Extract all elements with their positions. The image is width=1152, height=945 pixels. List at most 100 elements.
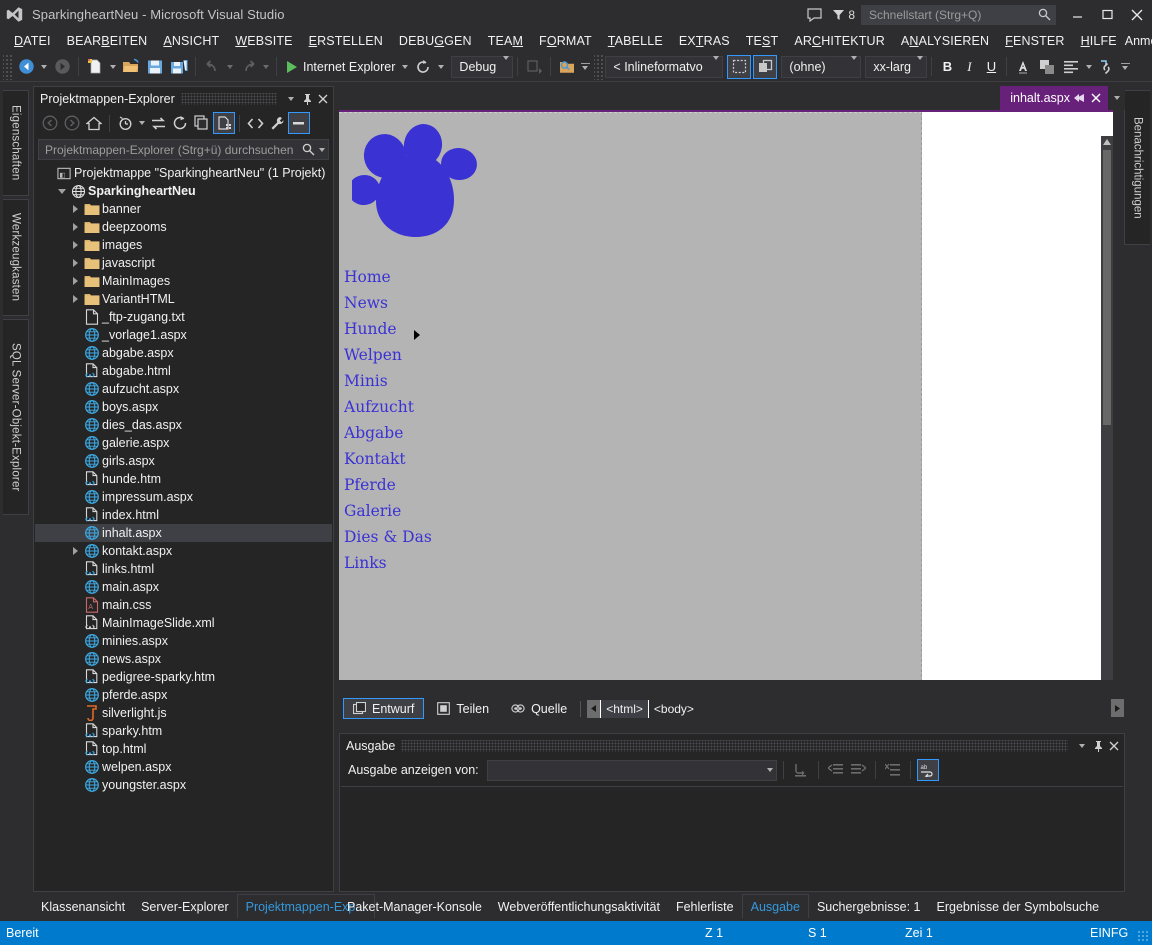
window-resize-grip[interactable]: [1137, 930, 1149, 942]
designer-vertical-scrollbar[interactable]: [1101, 136, 1113, 680]
menu-tabelle[interactable]: TABELLE: [600, 31, 671, 50]
tree-item-main-aspx[interactable]: main.aspx: [35, 578, 332, 596]
toolbar-overflow-2[interactable]: [1119, 55, 1131, 79]
show-all-files-icon[interactable]: [213, 112, 235, 134]
bold-button[interactable]: B: [936, 56, 958, 78]
tree-item-hunde-htm[interactable]: hunde.htm: [35, 470, 332, 488]
inline-format-combo[interactable]: < Inlineformatvo: [605, 55, 724, 78]
notifications-flag-icon[interactable]: [829, 0, 847, 29]
feedback-comment-icon[interactable]: [799, 0, 829, 29]
menu-datei[interactable]: DATEI: [6, 31, 59, 50]
document-tab-inhalt-aspx[interactable]: inhalt.aspx: [1000, 86, 1108, 110]
dock-tab-webver-ffentlichungsaktivit-t[interactable]: Webveröffentlichungsaktivität: [490, 895, 668, 918]
italic-button[interactable]: I: [958, 56, 980, 78]
configuration-combo[interactable]: Debug: [451, 55, 514, 78]
sidebar-tab-sql-server-objekt-explorer[interactable]: SQL Server-Objekt-Explorer: [3, 319, 29, 515]
nav-item-news[interactable]: News: [344, 290, 432, 316]
background-color-icon[interactable]: [1035, 55, 1059, 79]
format-toolbar-grip[interactable]: [594, 53, 606, 80]
tree-item-dies-das-aspx[interactable]: dies_das.aspx: [35, 416, 332, 434]
quick-launch-input[interactable]: Schnellstart (Strg+Q): [861, 4, 1056, 25]
refresh-icon[interactable]: [169, 112, 191, 134]
tab-entwurf[interactable]: Entwurf: [343, 698, 425, 719]
nav-item-minis[interactable]: Minis: [344, 368, 432, 394]
pin-icon[interactable]: [1090, 737, 1106, 755]
dock-tab-server-explorer[interactable]: Server-Explorer: [133, 895, 237, 918]
sidebar-tab-benachrichtigungen[interactable]: Benachrichtigungen: [1124, 90, 1150, 245]
nav-item-aufzucht[interactable]: Aufzucht: [344, 394, 432, 420]
new-project-dropdown[interactable]: [107, 55, 119, 79]
sidebar-tab-werkzeugkasten[interactable]: Werkzeugkasten: [3, 199, 29, 316]
minimize-button[interactable]: [1062, 0, 1092, 29]
tree-item-abgabe-html[interactable]: abgabe.html: [35, 362, 332, 380]
sidebar-tab-eigenschaften[interactable]: Eigenschaften: [3, 90, 29, 196]
collapse-all-icon[interactable]: [191, 112, 213, 134]
tree-item-index-html[interactable]: index.html: [35, 506, 332, 524]
tree-item-abgabe-aspx[interactable]: abgabe.aspx: [35, 344, 332, 362]
menu-team[interactable]: TEAM: [480, 31, 531, 50]
menu-analysieren[interactable]: ANALYSIEREN: [893, 31, 997, 50]
align-dropdown[interactable]: [1083, 55, 1095, 79]
menu-test[interactable]: TEST: [738, 31, 787, 50]
panel-close-button[interactable]: [1106, 737, 1122, 755]
tree-item-pferde-aspx[interactable]: pferde.aspx: [35, 686, 332, 704]
breadcrumb-scroll-left-icon[interactable]: [587, 699, 601, 718]
tree-item-varianthtml[interactable]: VariantHTML: [35, 290, 332, 308]
tree-item-minies-aspx[interactable]: minies.aspx: [35, 632, 332, 650]
signin-link[interactable]: Anmelden: [1125, 34, 1152, 48]
breadcrumb-html[interactable]: <html>: [600, 699, 649, 718]
tree-item-ftp-zugang-txt[interactable]: _ftp-zugang.txt: [35, 308, 332, 326]
refresh-icon[interactable]: [411, 55, 435, 79]
menu-debuggen[interactable]: DEBUGGEN: [391, 31, 480, 50]
close-button[interactable]: [1122, 0, 1152, 29]
toggle-word-wrap-icon[interactable]: ab: [916, 759, 939, 781]
tree-item-aufzucht-aspx[interactable]: aufzucht.aspx: [35, 380, 332, 398]
pending-changes-icon[interactable]: [114, 112, 136, 134]
nav-item-abgabe[interactable]: Abgabe: [344, 420, 432, 446]
panel-menu-button[interactable]: [1074, 737, 1090, 755]
tree-item-mainimageslide-xml[interactable]: MainImageSlide.xml: [35, 614, 332, 632]
tree-item-top-html[interactable]: top.html: [35, 740, 332, 758]
pin-icon[interactable]: [1070, 92, 1088, 104]
menu-format[interactable]: FORMAT: [531, 31, 600, 50]
pending-changes-dropdown[interactable]: [136, 112, 147, 134]
toolbar-grip[interactable]: [3, 53, 14, 80]
site-nav-menu[interactable]: Home News Hunde Welpen Minis Aufzucht Abgabe Ko…: [344, 264, 432, 576]
redo-dropdown[interactable]: [260, 55, 272, 79]
tree-item-silverlight-js[interactable]: silverlight.js: [35, 704, 332, 722]
solution-explorer-search-input[interactable]: Projektmappen-Explorer (Strg+ü) durchsuc…: [38, 139, 329, 160]
tree-item-youngster-aspx[interactable]: youngster.aspx: [35, 776, 332, 794]
home-icon[interactable]: [83, 112, 105, 134]
expander-collapsed-icon[interactable]: [69, 295, 82, 303]
navigate-backward-button[interactable]: [14, 55, 38, 79]
find-in-files-icon[interactable]: [555, 55, 579, 79]
drag-handle[interactable]: [401, 739, 1068, 752]
tree-item-projektmappe-sparkingheartneu-1-projekt[interactable]: ◧ Projektmappe "SparkingheartNeu" (1 Proj…: [35, 164, 332, 182]
dock-tab-klassenansicht[interactable]: Klassenansicht: [33, 895, 133, 918]
panel-close-button[interactable]: [315, 90, 331, 108]
expander-collapsed-icon[interactable]: [69, 547, 82, 555]
tree-item-deepzooms[interactable]: deepzooms: [35, 218, 332, 236]
panel-menu-button[interactable]: [283, 90, 299, 108]
tree-item-girls-aspx[interactable]: girls.aspx: [35, 452, 332, 470]
nav-item-links[interactable]: Links: [344, 550, 432, 576]
output-text-area[interactable]: [341, 786, 1123, 890]
tree-item-pedigree-sparky-htm[interactable]: pedigree-sparky.htm: [35, 668, 332, 686]
tab-teilen[interactable]: Teilen: [428, 698, 498, 719]
underline-button[interactable]: U: [980, 56, 1002, 78]
output-source-combo[interactable]: [486, 759, 777, 781]
tree-item-welpen-aspx[interactable]: welpen.aspx: [35, 758, 332, 776]
solution-explorer-tree[interactable]: ◧ Projektmappe "SparkingheartNeu" (1 Proj…: [35, 164, 332, 890]
tree-item-boys-aspx[interactable]: boys.aspx: [35, 398, 332, 416]
tree-item-galerie-aspx[interactable]: galerie.aspx: [35, 434, 332, 452]
menu-website[interactable]: WEBSITE: [227, 31, 300, 50]
expander-collapsed-icon[interactable]: [69, 277, 82, 285]
select-block-button[interactable]: [727, 54, 752, 79]
tree-item-inhalt-aspx[interactable]: inhalt.aspx: [35, 524, 332, 542]
document-tab-close-button[interactable]: [1088, 93, 1104, 103]
design-surface[interactable]: Home News Hunde Welpen Minis Aufzucht Abgabe Ko…: [339, 110, 1113, 680]
tree-item-images[interactable]: images: [35, 236, 332, 254]
scroll-up-arrow-icon[interactable]: [1101, 136, 1113, 148]
tree-item-banner[interactable]: banner: [35, 200, 332, 218]
nav-item-kontakt[interactable]: Kontakt: [344, 446, 432, 472]
